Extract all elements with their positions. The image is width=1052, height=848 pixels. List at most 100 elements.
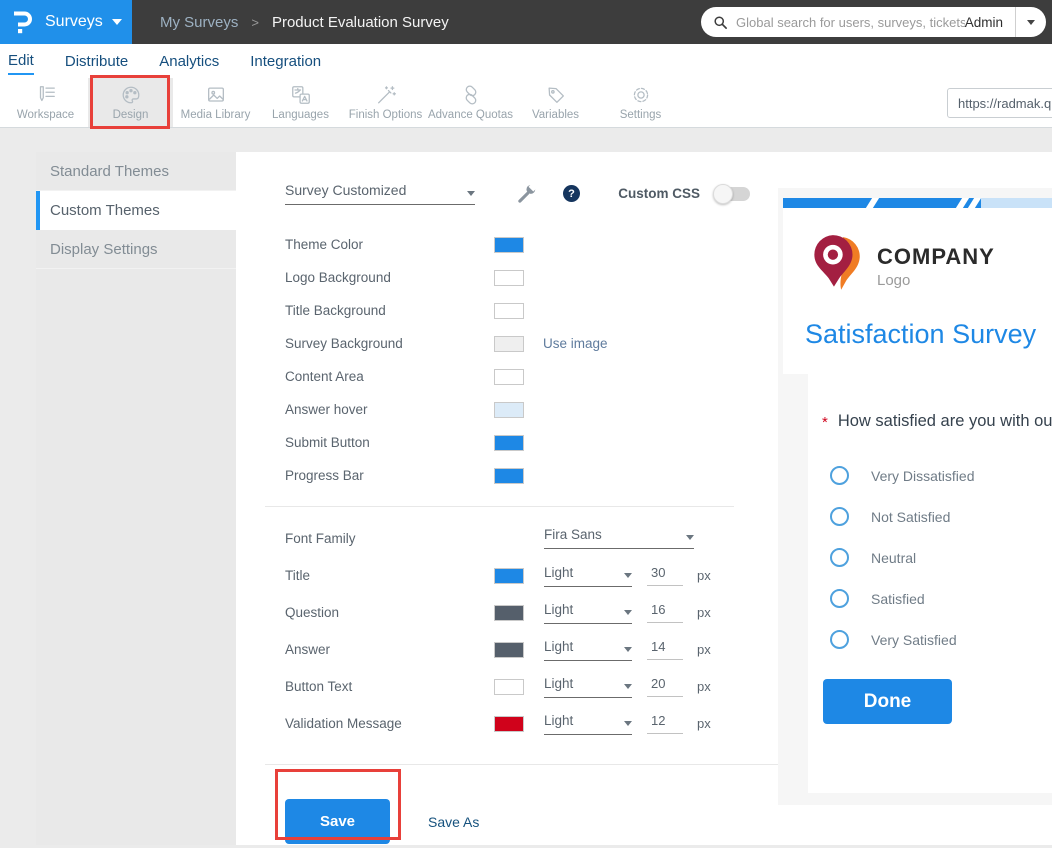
color-swatch[interactable]	[494, 270, 524, 286]
edit-toolbar: Workspace Design Media Library	[0, 78, 1052, 128]
sidebar-item-display-settings[interactable]: Display Settings	[36, 230, 236, 269]
save-button[interactable]: Save	[285, 799, 390, 844]
product-name: Surveys	[45, 13, 103, 31]
color-row-title-background: Title Background	[285, 294, 778, 327]
color-swatch[interactable]	[494, 303, 524, 319]
font-color-swatch[interactable]	[494, 605, 524, 621]
admin-dropdown-button[interactable]	[1016, 20, 1046, 25]
survey-preview: COMPANY Logo Satisfaction Survey * How s…	[778, 188, 1052, 805]
font-color-swatch[interactable]	[494, 642, 524, 658]
tab-analytics[interactable]: Analytics	[159, 48, 219, 74]
tab-distribute[interactable]: Distribute	[65, 48, 128, 74]
font-size-field[interactable]: 30	[647, 565, 683, 586]
palette-icon	[119, 84, 143, 106]
font-weight-select[interactable]: Light	[544, 602, 632, 624]
chevron-down-icon	[624, 721, 632, 726]
color-swatch[interactable]	[494, 237, 524, 253]
help-icon[interactable]: ?	[563, 185, 580, 202]
unit-label: px	[697, 568, 711, 583]
font-family-value: Fira Sans	[544, 527, 602, 542]
option-neutral[interactable]: Neutral	[830, 537, 1052, 578]
divider	[265, 764, 778, 765]
option-not-satisfied[interactable]: Not Satisfied	[830, 496, 1052, 537]
theme-selector-row: Survey Customized ? Custom CSS	[285, 182, 778, 205]
font-color-swatch[interactable]	[494, 716, 524, 732]
breadcrumb-parent[interactable]: My Surveys	[160, 14, 238, 31]
toolbar-item-languages[interactable]: Languages	[258, 78, 343, 127]
survey-title: Satisfaction Survey	[805, 319, 1052, 350]
image-icon	[204, 84, 228, 106]
color-swatch[interactable]	[494, 435, 524, 451]
radio-button[interactable]	[830, 466, 849, 485]
font-weight-select[interactable]: Light	[544, 639, 632, 661]
option-very-dissatisfied[interactable]: Very Dissatisfied	[830, 455, 1052, 496]
font-size-field[interactable]: 16	[647, 602, 683, 623]
tab-integration[interactable]: Integration	[250, 48, 321, 74]
toolbar-item-finish-options[interactable]: Finish Options	[343, 78, 428, 127]
color-swatch[interactable]	[494, 336, 524, 352]
toolbar-item-settings[interactable]: Settings	[598, 78, 683, 127]
option-satisfied[interactable]: Satisfied	[830, 578, 1052, 619]
color-swatch[interactable]	[494, 369, 524, 385]
chevron-down-icon	[624, 684, 632, 689]
admin-menu[interactable]: Admin	[965, 15, 1003, 30]
sidebar-item-custom-themes[interactable]: Custom Themes	[36, 191, 236, 230]
radio-button[interactable]	[830, 507, 849, 526]
color-swatch[interactable]	[494, 402, 524, 418]
radio-button[interactable]	[830, 630, 849, 649]
font-size-field[interactable]: 14	[647, 639, 683, 660]
custom-css-toggle[interactable]	[716, 187, 750, 201]
font-size-field[interactable]: 20	[647, 676, 683, 697]
chevron-down-icon	[112, 19, 122, 25]
font-row-title: Title Light 30 px	[285, 557, 778, 594]
edit-theme-button[interactable]	[516, 183, 538, 205]
page-content: Standard Themes Custom Themes Display Se…	[0, 128, 1052, 845]
product-switcher[interactable]: Surveys	[0, 0, 132, 44]
themes-sidebar: Standard Themes Custom Themes Display Se…	[36, 152, 236, 845]
use-image-link[interactable]: Use image	[543, 336, 608, 351]
done-button[interactable]: Done	[823, 679, 952, 724]
font-weight-select[interactable]: Light	[544, 676, 632, 698]
color-row-theme-color: Theme Color	[285, 228, 778, 261]
font-size-field[interactable]: 12	[647, 713, 683, 734]
font-family-row: Font Family Fira Sans	[285, 519, 778, 557]
toolbar-item-workspace[interactable]: Workspace	[3, 78, 88, 127]
top-bar: Surveys My Surveys > Product Evaluation …	[0, 0, 1052, 44]
custom-css-label: Custom CSS	[618, 186, 700, 201]
font-row-answer: Answer Light 14 px	[285, 631, 778, 668]
preview-header-stripe	[783, 198, 1052, 208]
tab-edit[interactable]: Edit	[8, 47, 34, 75]
section-tabs: Edit Distribute Analytics Integration	[0, 44, 1052, 78]
save-row: Save Save As	[285, 799, 778, 844]
theme-settings-form: Survey Customized ? Custom CSS	[236, 152, 778, 845]
radio-button[interactable]	[830, 548, 849, 567]
toolbar-item-media-library[interactable]: Media Library	[173, 78, 258, 127]
theme-select[interactable]: Survey Customized	[285, 182, 475, 205]
chevron-down-icon	[686, 535, 694, 540]
font-color-swatch[interactable]	[494, 568, 524, 584]
breadcrumb-current: Product Evaluation Survey	[272, 14, 449, 31]
design-card: Standard Themes Custom Themes Display Se…	[36, 152, 1052, 845]
option-very-satisfied[interactable]: Very Satisfied	[830, 619, 1052, 660]
font-family-select[interactable]: Fira Sans	[544, 527, 694, 549]
save-as-link[interactable]: Save As	[428, 814, 479, 830]
toolbar-item-variables[interactable]: Variables	[513, 78, 598, 127]
unit-label: px	[697, 642, 711, 657]
color-swatch[interactable]	[494, 468, 524, 484]
radio-button[interactable]	[830, 589, 849, 608]
font-weight-select[interactable]: Light	[544, 713, 632, 735]
color-row-logo-background: Logo Background	[285, 261, 778, 294]
chevron-down-icon	[624, 573, 632, 578]
font-row-question: Question Light 16 px	[285, 594, 778, 631]
sidebar-item-standard-themes[interactable]: Standard Themes	[36, 152, 236, 191]
color-row-content-area: Content Area	[285, 360, 778, 393]
search-input[interactable]	[736, 15, 965, 30]
font-color-swatch[interactable]	[494, 679, 524, 695]
unit-label: px	[697, 716, 711, 731]
survey-url-input[interactable]	[947, 88, 1052, 118]
magic-wand-icon	[374, 84, 398, 106]
toolbar-item-design[interactable]: Design	[88, 78, 173, 127]
font-weight-select[interactable]: Light	[544, 565, 632, 587]
toolbar-item-advance-quotas[interactable]: Advance Quotas	[428, 78, 513, 127]
toggle-knob	[713, 184, 733, 204]
